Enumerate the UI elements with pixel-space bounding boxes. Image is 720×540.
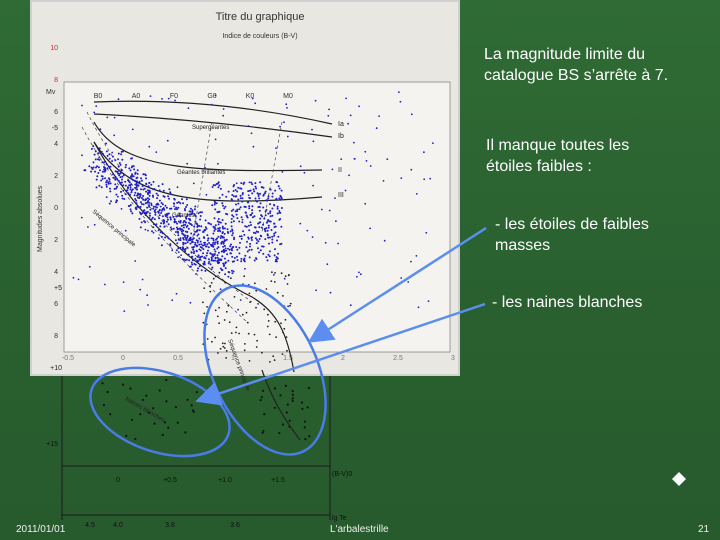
temp-tick-label: 4.0: [113, 522, 123, 529]
star-point: [152, 407, 155, 410]
temp-tick-label: 3.8: [165, 522, 175, 529]
star-point: [129, 387, 132, 390]
footer-author: L'arbalestrille: [330, 524, 389, 535]
star-point: [163, 421, 167, 424]
star-point: [174, 406, 177, 409]
lower-bv-tick-label: +1.0: [218, 477, 232, 484]
label-white-dwarfs: Naines blanches: [124, 397, 165, 424]
star-point: [165, 378, 168, 382]
star-point: [284, 384, 287, 387]
bullet-white-dwarfs: - les naines blanches: [492, 294, 643, 311]
star-point: [279, 394, 282, 397]
paragraph-missing-stars: Il manque toutes les étoiles faibles :: [486, 137, 630, 175]
star-point: [260, 396, 263, 399]
footer-date: 2011/01/01: [16, 524, 66, 535]
star-point: [291, 399, 294, 402]
star-point: [190, 404, 193, 407]
star-point: [192, 410, 195, 413]
star-point: [303, 426, 306, 429]
white-dwarf-highlight: [89, 366, 231, 458]
low-mass-highlight: [203, 284, 327, 456]
star-point: [101, 382, 104, 385]
star-point: [134, 437, 137, 441]
star-point: [158, 389, 161, 392]
star-point: [262, 389, 265, 392]
star-point: [307, 386, 311, 390]
star-point: [286, 403, 289, 406]
star-point: [300, 401, 304, 404]
star-point: [153, 422, 156, 425]
star-point: [278, 431, 281, 435]
star-point: [145, 394, 148, 397]
lower-bv-tick-label: +1.5: [271, 477, 285, 484]
lower-bv-axis-label: (B-V)0: [332, 471, 352, 478]
star-point: [186, 398, 189, 401]
star-point: [102, 404, 105, 407]
star-point: [262, 429, 265, 433]
star-point: [161, 433, 164, 437]
star-point: [259, 399, 262, 402]
temp-tick-label: 3.6: [230, 522, 240, 529]
footer-page-number: 21: [698, 524, 710, 535]
star-point: [130, 418, 133, 421]
star-point: [285, 411, 288, 414]
star-point: [291, 390, 294, 393]
star-point: [281, 423, 284, 426]
star-point: [303, 420, 306, 423]
star-point: [176, 421, 179, 424]
slide: Titre du graphique Indice de couleurs (B…: [0, 0, 720, 540]
star-point: [106, 390, 109, 394]
temp-tick-label: 4.5: [85, 522, 95, 529]
star-point: [263, 413, 266, 416]
main-sequence-tail: [261, 369, 301, 441]
star-point: [291, 397, 294, 400]
star-point: [109, 413, 112, 416]
star-point: [195, 391, 198, 394]
star-point: [141, 398, 144, 401]
bullet-low-mass-stars: - les étoiles de faibles masses: [495, 216, 649, 254]
star-point: [273, 406, 276, 409]
lower-bv-tick-label: +0.5: [163, 477, 177, 484]
arrow-low-mass: [307, 226, 487, 343]
star-point: [167, 426, 170, 429]
star-point: [139, 413, 142, 416]
star-point: [125, 434, 128, 437]
star-point: [274, 387, 277, 390]
star-point: [184, 431, 187, 434]
temp-axis-label: lg Te: [332, 515, 347, 522]
star-point: [165, 400, 168, 403]
arrow-white-dwarfs: [195, 302, 486, 406]
star-point: [308, 435, 311, 438]
star-point: [304, 438, 307, 441]
star-point: [288, 419, 291, 422]
paragraph-magnitude-limit: La magnitude limite du catalogue BS s’ar…: [484, 46, 669, 84]
diamond-bullet-icon: [672, 472, 686, 486]
star-point: [122, 383, 125, 386]
lower-bv-tick-label: 0: [116, 477, 120, 484]
star-point: [301, 407, 304, 410]
lower-left-sign-label: +15: [46, 441, 58, 448]
star-point: [306, 406, 309, 409]
star-point: [291, 393, 294, 396]
